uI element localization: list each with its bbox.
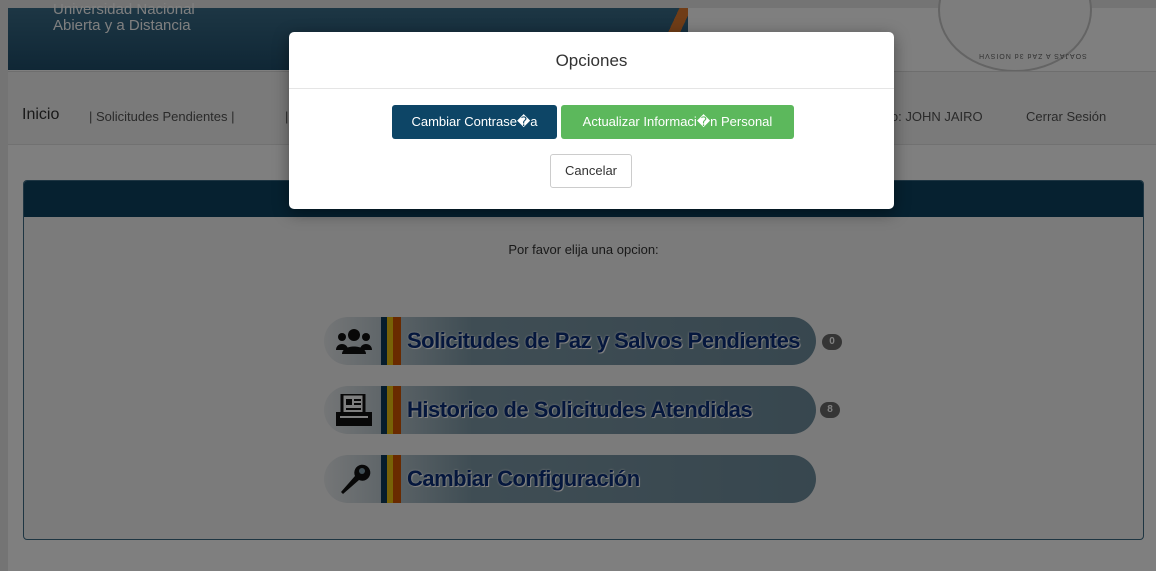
options-modal: Opciones Cambiar Contrase�a Actualizar I… [289, 32, 894, 209]
change-password-button[interactable]: Cambiar Contrase�a [392, 105, 557, 139]
modal-divider [289, 88, 894, 89]
cancel-button[interactable]: Cancelar [550, 154, 632, 188]
modal-title: Opciones [555, 51, 628, 70]
update-personal-info-button[interactable]: Actualizar Informaci�n Personal [561, 105, 794, 139]
